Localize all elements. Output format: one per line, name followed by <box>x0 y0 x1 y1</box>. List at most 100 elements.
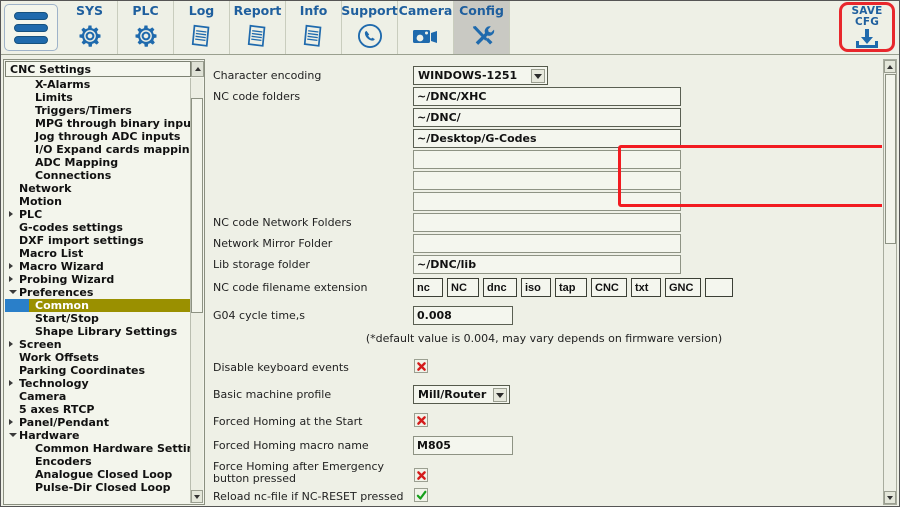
sidebar-scroll-down-button[interactable] <box>191 490 203 503</box>
tab-support[interactable]: Support <box>342 1 398 54</box>
sidebar-item-screen[interactable]: Screen <box>5 338 191 351</box>
nc-extension-input-2[interactable] <box>483 278 517 297</box>
nc-extension-input-1[interactable] <box>447 278 479 297</box>
sidebar-item-adc-mapping[interactable]: ADC Mapping <box>5 156 191 169</box>
field-row-character-encoding: Character encoding WINDOWS-1251 <box>207 66 882 87</box>
sidebar-item-camera[interactable]: Camera <box>5 390 191 403</box>
sidebar-item-parking-coordinates[interactable]: Parking Coordinates <box>5 364 191 377</box>
sidebar-item-triggers-timers[interactable]: Triggers/Timers <box>5 104 191 117</box>
nc-extension-input-3[interactable] <box>521 278 551 297</box>
sidebar-item-network[interactable]: Network <box>5 182 191 195</box>
reload-nc-file-checkbox[interactable] <box>414 488 428 502</box>
tab-camera[interactable]: Camera <box>398 1 454 54</box>
sidebar-item-pulse-dir-closed-loop[interactable]: Pulse-Dir Closed Loop <box>5 481 191 494</box>
sidebar-item-common-hardware-settings[interactable]: Common Hardware Settings <box>5 442 191 455</box>
tab-log[interactable]: Log <box>174 1 230 54</box>
tab-config[interactable]: Config <box>454 1 510 54</box>
sidebar-item-i-o-expand-cards-mapping[interactable]: I/O Expand cards mapping <box>5 143 191 156</box>
nc-code-folder-input-3[interactable] <box>413 150 681 169</box>
lib-storage-folder-input[interactable] <box>413 255 681 274</box>
sidebar-item-mpg-through-binary-inputs[interactable]: MPG through binary inputs <box>5 117 191 130</box>
sidebar-item-label: Start/Stop <box>35 312 99 325</box>
chevron-down-icon[interactable] <box>531 69 545 83</box>
sidebar-item-plc[interactable]: PLC <box>5 208 191 221</box>
sidebar-item-analogue-closed-loop[interactable]: Analogue Closed Loop <box>5 468 191 481</box>
sidebar-item-connections[interactable]: Connections <box>5 169 191 182</box>
disable-keyboard-events-checkbox[interactable] <box>414 359 428 373</box>
save-cfg-button[interactable]: SAVE CFG <box>839 2 895 52</box>
forced-homing-macro-name-input[interactable] <box>413 436 513 455</box>
camera-icon <box>409 20 443 52</box>
sidebar-item-limits[interactable]: Limits <box>5 91 191 104</box>
main-scroll-up-button[interactable] <box>884 60 896 73</box>
chevron-right-icon[interactable] <box>9 211 13 217</box>
sidebar-item-panel-pendant[interactable]: Panel/Pendant <box>5 416 191 429</box>
sidebar-item-macro-list[interactable]: Macro List <box>5 247 191 260</box>
sidebar-item-encoders[interactable]: Encoders <box>5 455 191 468</box>
tab-info[interactable]: Info <box>286 1 342 54</box>
sidebar-item-x-alarms[interactable]: X-Alarms <box>5 78 191 91</box>
sidebar-item-label: Motion <box>19 195 62 208</box>
nc-extension-input-0[interactable] <box>413 278 443 297</box>
sidebar-item-probing-wizard[interactable]: Probing Wizard <box>5 273 191 286</box>
chevron-right-icon[interactable] <box>9 380 13 386</box>
tab-sys[interactable]: SYS <box>62 1 118 54</box>
main-scroll-down-button[interactable] <box>884 491 896 504</box>
chevron-down-icon[interactable] <box>9 433 17 440</box>
sidebar-item-hardware[interactable]: Hardware <box>5 429 191 442</box>
sidebar-item-label: Encoders <box>35 455 92 468</box>
chevron-down-icon[interactable] <box>493 388 507 402</box>
character-encoding-select[interactable]: WINDOWS-1251 <box>413 66 548 85</box>
sidebar-item-macro-wizard[interactable]: Macro Wizard <box>5 260 191 273</box>
field-row-nc-code-filename-extension: NC code filename extension <box>207 278 882 299</box>
sidebar-scrollbar-thumb[interactable] <box>191 98 203 313</box>
sidebar-item-label: Limits <box>35 91 73 104</box>
hamburger-menu-button[interactable] <box>4 4 58 51</box>
field-row-nc-code-folders: NC code folders <box>207 87 882 108</box>
sidebar-item-technology[interactable]: Technology <box>5 377 191 390</box>
chevron-right-icon[interactable] <box>9 263 13 269</box>
nc-extension-input-7[interactable] <box>665 278 701 297</box>
sidebar-scrollbar-track[interactable] <box>190 78 203 503</box>
tree-header-scroll-button[interactable] <box>191 61 204 77</box>
sidebar-item-5-axes-rtcp[interactable]: 5 axes RTCP <box>5 403 191 416</box>
forced-homing-start-checkbox[interactable] <box>414 413 428 427</box>
sidebar-item-jog-through-adc-inputs[interactable]: Jog through ADC inputs <box>5 130 191 143</box>
sidebar-item-label: Work Offsets <box>19 351 99 364</box>
chevron-right-icon[interactable] <box>9 419 13 425</box>
nc-code-network-folders-input[interactable] <box>413 213 681 232</box>
nc-code-folder-input-4[interactable] <box>413 171 681 190</box>
field-row-disable-keyboard-events: Disable keyboard events <box>207 358 882 379</box>
chevron-down-icon[interactable] <box>9 290 17 297</box>
g04-cycle-time-note: (*default value is 0.004, may vary depen… <box>214 332 874 345</box>
sidebar-item-dxf-import-settings[interactable]: DXF import settings <box>5 234 191 247</box>
sidebar-item-common[interactable]: Common <box>5 299 191 312</box>
main-scrollbar-track[interactable] <box>883 59 897 505</box>
g04-cycle-time-input[interactable] <box>413 306 513 325</box>
sidebar-item-shape-library-settings[interactable]: Shape Library Settings <box>5 325 191 338</box>
nc-code-folder-input-2[interactable] <box>413 129 681 148</box>
main-scrollbar-thumb[interactable] <box>885 74 896 244</box>
chevron-right-icon[interactable] <box>9 276 13 282</box>
character-encoding-label: Character encoding <box>213 69 321 82</box>
tab-plc[interactable]: PLC <box>118 1 174 54</box>
chevron-right-icon[interactable] <box>9 341 13 347</box>
sidebar-item-work-offsets[interactable]: Work Offsets <box>5 351 191 364</box>
tab-report[interactable]: Report <box>230 1 286 54</box>
nc-extension-input-5[interactable] <box>591 278 627 297</box>
nc-extension-input-4[interactable] <box>555 278 587 297</box>
basic-machine-profile-select[interactable]: Mill/Router <box>413 385 510 404</box>
network-mirror-folder-input[interactable] <box>413 234 681 253</box>
document-icon <box>185 20 219 52</box>
nc-code-folder-input-0[interactable] <box>413 87 681 106</box>
sidebar-item-start-stop[interactable]: Start/Stop <box>5 312 191 325</box>
sidebar-item-g-codes-settings[interactable]: G-codes settings <box>5 221 191 234</box>
sidebar-item-preferences[interactable]: Preferences <box>5 286 191 299</box>
sidebar-item-motion[interactable]: Motion <box>5 195 191 208</box>
hamburger-icon <box>14 12 48 20</box>
force-homing-after-emergency-checkbox[interactable] <box>414 468 428 482</box>
nc-extension-input-8[interactable] <box>705 278 733 297</box>
nc-code-folder-input-5[interactable] <box>413 192 681 211</box>
nc-extension-input-6[interactable] <box>631 278 661 297</box>
nc-code-folder-input-1[interactable] <box>413 108 681 127</box>
